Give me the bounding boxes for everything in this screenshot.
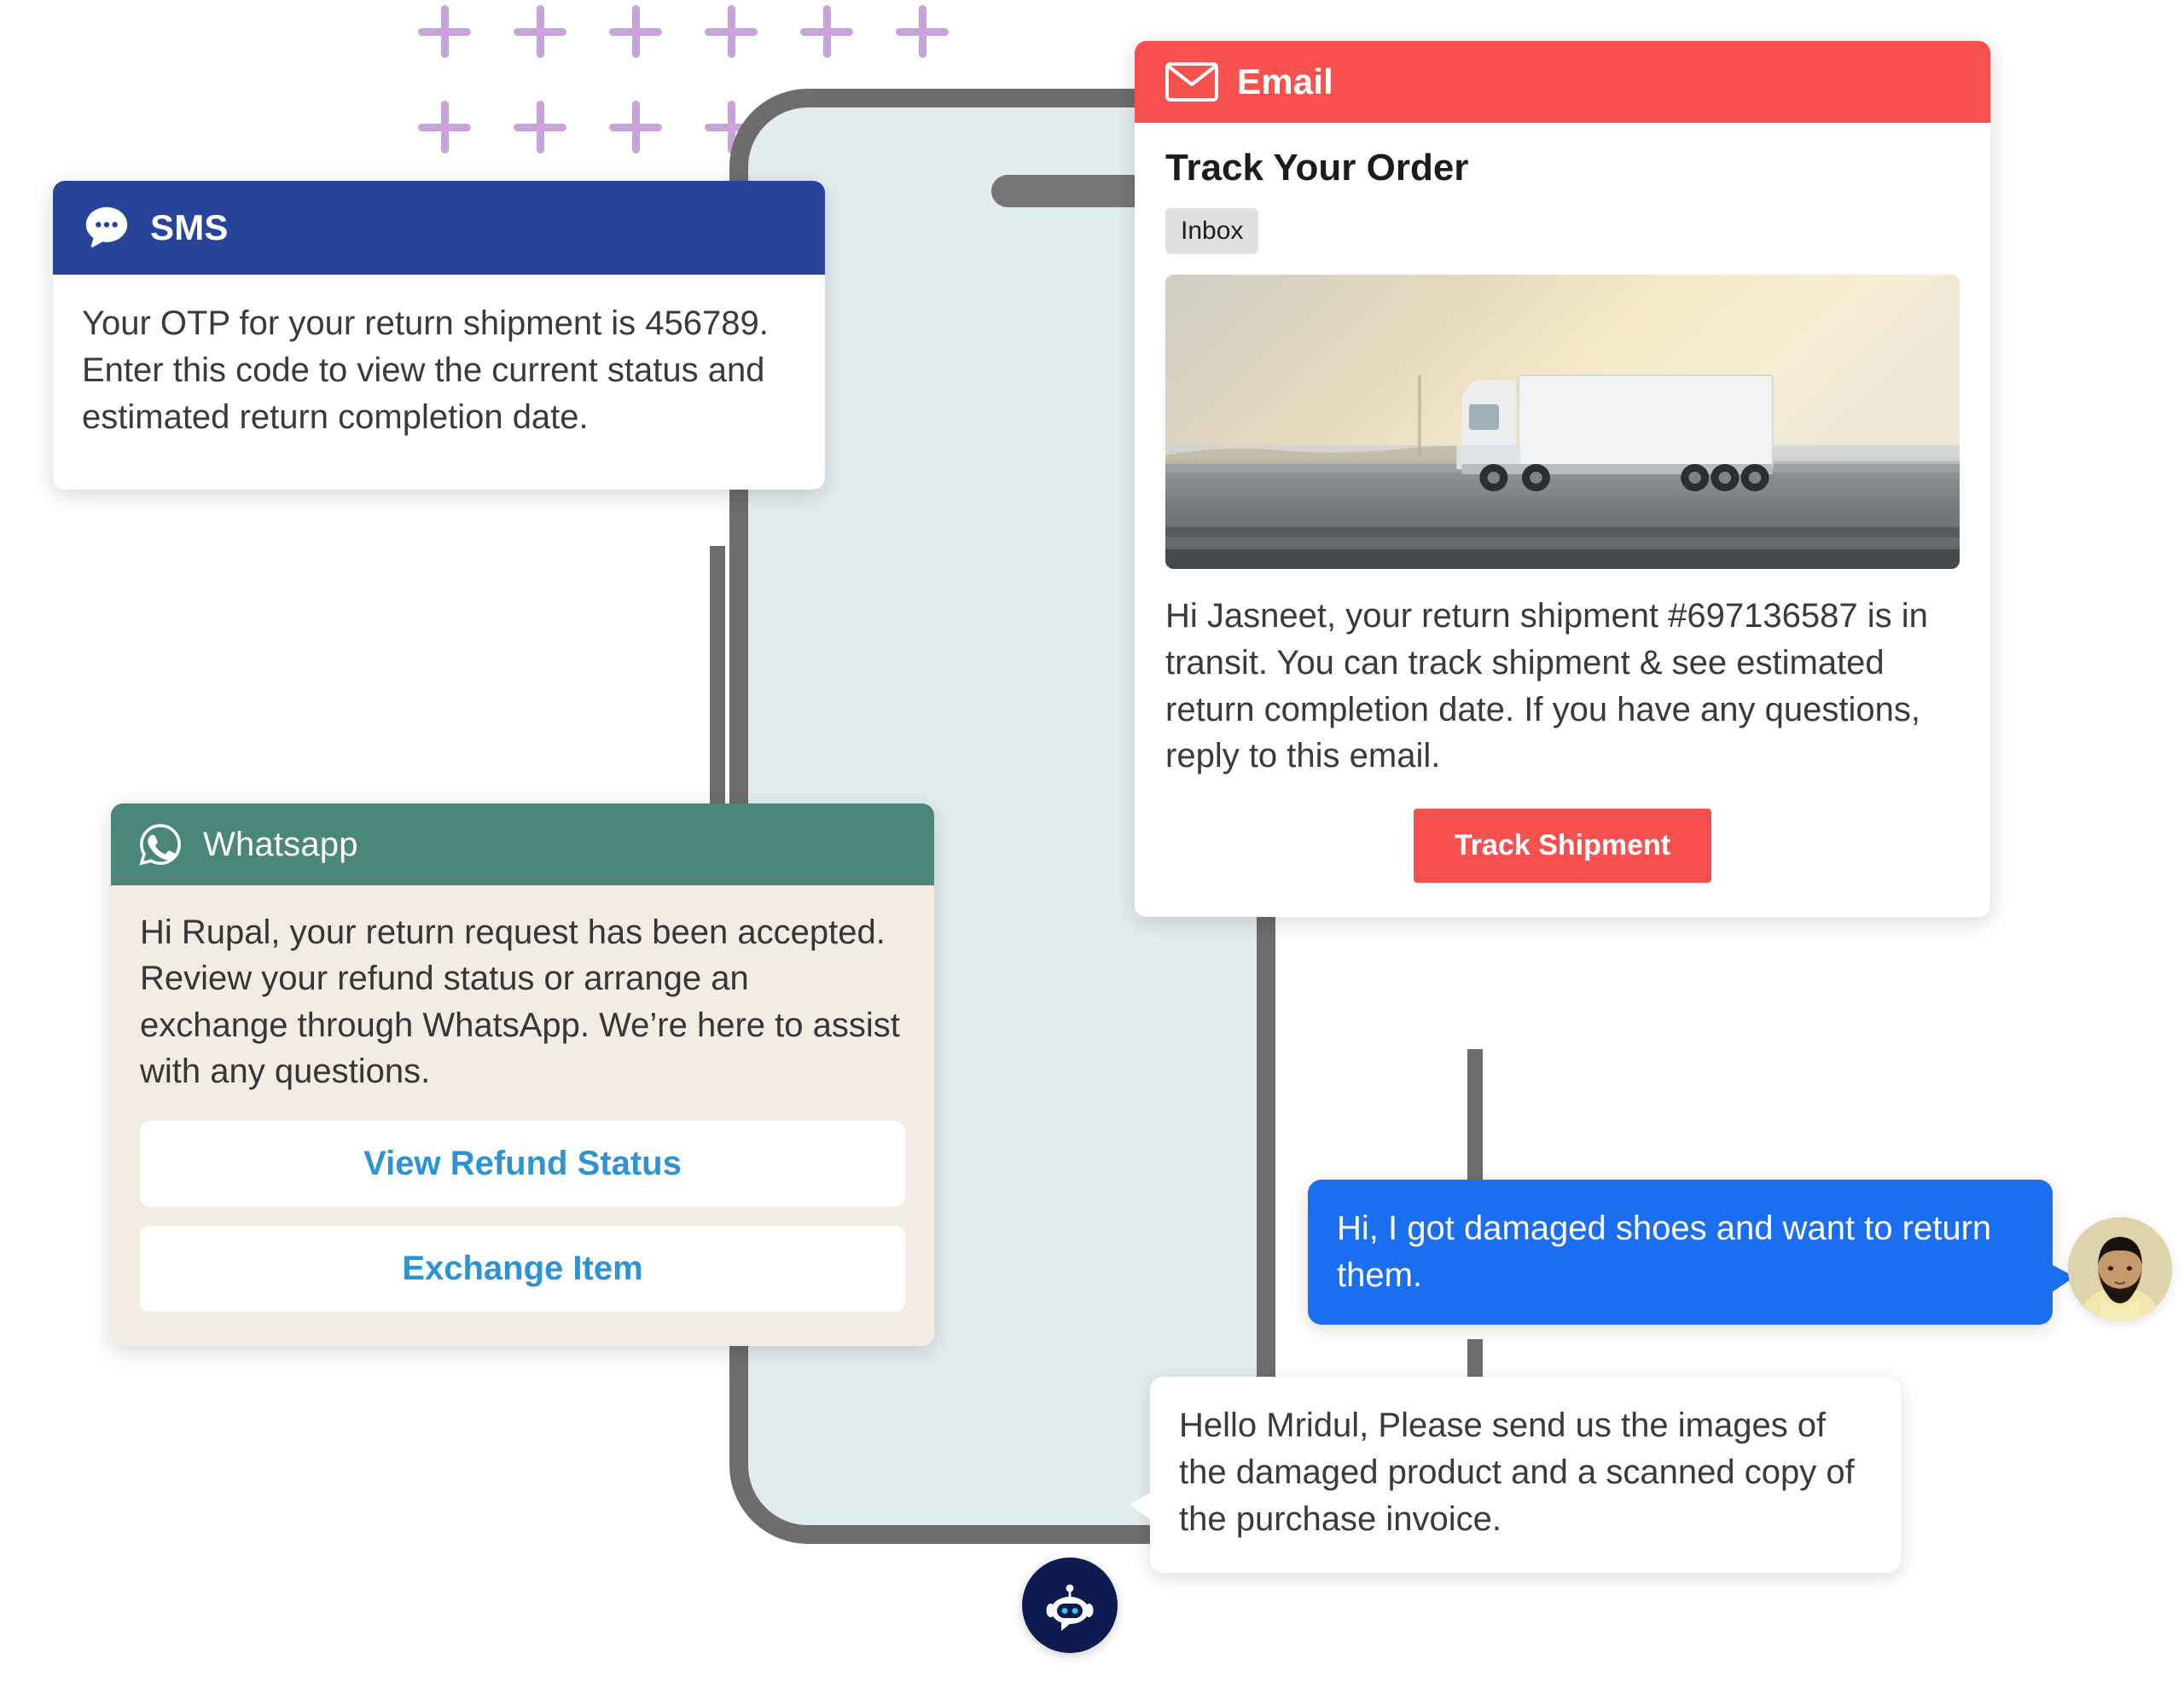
user-chat-bubble: Hi, I got damaged shoes and want to retu… xyxy=(1308,1180,2075,1326)
email-card-header: Email xyxy=(1135,41,1990,123)
plus-icon xyxy=(514,101,566,154)
plus-icon xyxy=(418,101,471,154)
sms-notification-card: SMS Your OTP for your return shipment is… xyxy=(53,181,825,490)
robot-bot-icon[interactable] xyxy=(1022,1558,1118,1653)
whatsapp-message-text: Hi Rupal, your return request has been a… xyxy=(140,914,900,1091)
email-notification-card: Email Track Your Order Inbox Hi Jasneet,… xyxy=(1135,41,1990,918)
bot-chat-bubble: Hello Mridul, Please send us the images … xyxy=(1130,1377,1901,1573)
whatsapp-card-body: Hi Rupal, your return request has been a… xyxy=(111,885,934,1346)
inbox-badge: Inbox xyxy=(1165,208,1259,254)
whatsapp-icon xyxy=(136,821,184,868)
plus-icon xyxy=(705,5,758,58)
sms-channel-label: SMS xyxy=(150,207,229,247)
track-shipment-button[interactable]: Track Shipment xyxy=(1413,809,1712,884)
plus-icon xyxy=(418,5,471,58)
email-channel-label: Email xyxy=(1237,61,1334,102)
plus-icon xyxy=(514,5,566,58)
envelope-icon xyxy=(1165,61,1218,102)
exchange-item-button[interactable]: Exchange Item xyxy=(140,1225,905,1312)
connector-sms-to-phone xyxy=(710,546,725,827)
whatsapp-channel-label: Whatsapp xyxy=(203,825,358,863)
plus-icon xyxy=(609,101,662,154)
plus-icon xyxy=(609,5,662,58)
sms-card-header: SMS xyxy=(53,181,825,275)
sms-chat-bubble-icon xyxy=(82,203,131,252)
truck-hero-image xyxy=(1165,275,1960,569)
sms-message-text: Your OTP for your return shipment is 456… xyxy=(53,275,825,490)
user-avatar xyxy=(2068,1217,2172,1321)
plus-icon xyxy=(896,5,949,58)
whatsapp-card-header: Whatsapp xyxy=(111,803,934,885)
plus-icon xyxy=(800,5,853,58)
whatsapp-notification-card: Whatsapp Hi Rupal, your return request h… xyxy=(111,803,934,1346)
email-message-text: Hi Jasneet, your return shipment #697136… xyxy=(1165,597,1928,775)
email-subject-title: Track Your Order xyxy=(1165,147,1469,189)
canvas: SMS Your OTP for your return shipment is… xyxy=(0,0,2184,1694)
view-refund-status-button[interactable]: View Refund Status xyxy=(140,1120,905,1207)
email-card-body: Track Your Order Inbox Hi Jasneet, your … xyxy=(1135,123,1990,918)
